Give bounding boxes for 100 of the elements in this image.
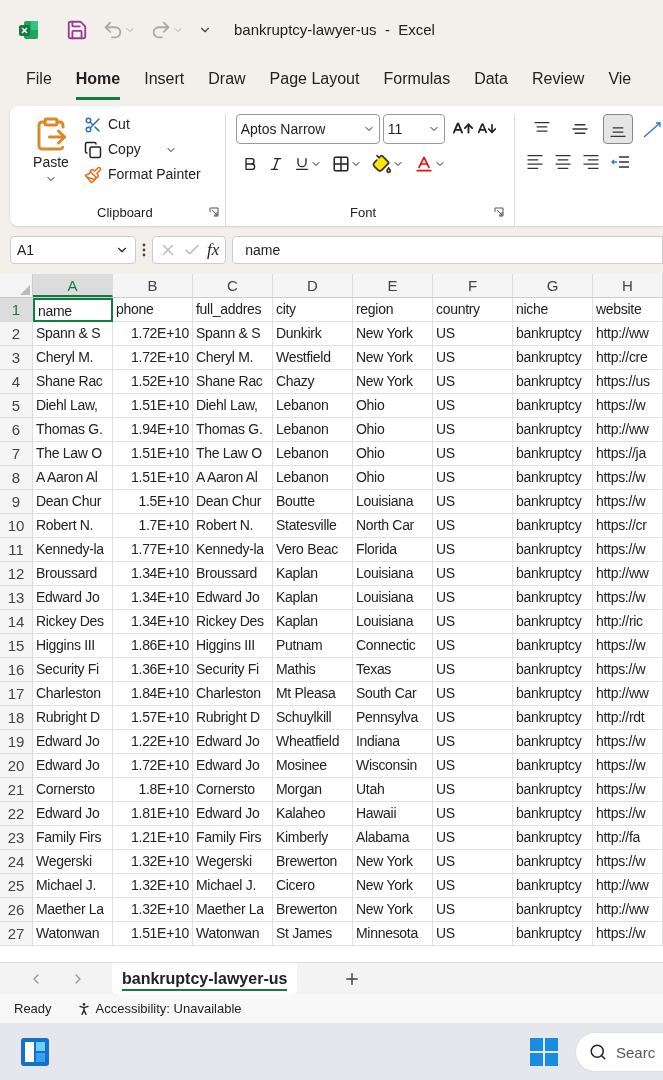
table-cell[interactable]: Mosinee	[273, 754, 353, 778]
table-cell[interactable]: name	[33, 298, 113, 322]
table-cell[interactable]: Family Firs	[193, 826, 273, 850]
table-cell[interactable]: full_addres	[193, 298, 273, 322]
table-cell[interactable]: Broussard	[33, 562, 113, 586]
underline-icon[interactable]	[293, 156, 310, 172]
table-cell[interactable]: 1.34E+10	[113, 562, 193, 586]
menu-tab[interactable]: Page Layout	[269, 67, 360, 100]
table-cell[interactable]: bankruptcy	[513, 442, 593, 466]
table-cell[interactable]: country	[433, 298, 513, 322]
table-cell[interactable]: bankruptcy	[513, 730, 593, 754]
table-cell[interactable]: bankruptcy	[513, 802, 593, 826]
row-header[interactable]: 16	[0, 658, 33, 682]
table-cell[interactable]: https://w	[593, 490, 663, 514]
row-header[interactable]: 20	[0, 754, 33, 778]
table-cell[interactable]: A Aaron Al	[33, 466, 113, 490]
table-cell[interactable]: bankruptcy	[513, 514, 593, 538]
table-cell[interactable]: US	[433, 658, 513, 682]
table-cell[interactable]: Rubright D	[33, 706, 113, 730]
table-cell[interactable]: US	[433, 730, 513, 754]
table-cell[interactable]: Lebanon	[273, 418, 353, 442]
table-cell[interactable]: 1.94E+10	[113, 418, 193, 442]
table-cell[interactable]: bankruptcy	[513, 658, 593, 682]
table-cell[interactable]: bankruptcy	[513, 322, 593, 346]
font-size-dropdown[interactable]: 11	[382, 114, 445, 144]
table-cell[interactable]: The Law O	[193, 442, 273, 466]
table-cell[interactable]: US	[433, 394, 513, 418]
table-cell[interactable]: North Car	[353, 514, 433, 538]
table-cell[interactable]: Cornersto	[193, 778, 273, 802]
table-cell[interactable]: Security Fi	[33, 658, 113, 682]
table-cell[interactable]: https://w	[593, 730, 663, 754]
row-header[interactable]: 22	[0, 802, 33, 826]
table-cell[interactable]: Utah	[353, 778, 433, 802]
row-header[interactable]: 25	[0, 874, 33, 898]
table-cell[interactable]: 1.51E+10	[113, 466, 193, 490]
row-header[interactable]: 6	[0, 418, 33, 442]
sheet-tab[interactable]: bankruptcy-lawyer-us	[112, 962, 298, 995]
table-cell[interactable]: bankruptcy	[513, 682, 593, 706]
more-options-icon[interactable]	[142, 243, 146, 257]
table-cell[interactable]: Wheatfield	[273, 730, 353, 754]
table-cell[interactable]: Rickey Des	[33, 610, 113, 634]
table-cell[interactable]: Higgins III	[193, 634, 273, 658]
table-cell[interactable]: Indiana	[353, 730, 433, 754]
table-cell[interactable]: Diehl Law,	[193, 394, 273, 418]
table-cell[interactable]: Michael J.	[193, 874, 273, 898]
table-cell[interactable]: https://w	[593, 802, 663, 826]
formula-input-field[interactable]: name	[232, 236, 663, 264]
row-header[interactable]: 1	[0, 298, 33, 322]
column-header[interactable]: E	[353, 274, 433, 297]
table-cell[interactable]: US	[433, 826, 513, 850]
table-cell[interactable]: A Aaron Al	[193, 466, 273, 490]
table-cell[interactable]: phone	[113, 298, 193, 322]
table-cell[interactable]: St James	[273, 922, 353, 946]
table-cell[interactable]: Alabama	[353, 826, 433, 850]
table-cell[interactable]: Kennedy-la	[33, 538, 113, 562]
table-cell[interactable]: US	[433, 778, 513, 802]
table-cell[interactable]: US	[433, 418, 513, 442]
table-cell[interactable]: bankruptcy	[513, 490, 593, 514]
table-cell[interactable]: Boutte	[273, 490, 353, 514]
table-cell[interactable]: US	[433, 562, 513, 586]
align-bottom-button[interactable]	[603, 114, 633, 144]
table-cell[interactable]: 1.51E+10	[113, 922, 193, 946]
table-cell[interactable]: Ohio	[353, 466, 433, 490]
menu-tab[interactable]: Data	[474, 67, 508, 100]
table-cell[interactable]: https://w	[593, 658, 663, 682]
table-cell[interactable]: 1.22E+10	[113, 730, 193, 754]
table-cell[interactable]: 1.32E+10	[113, 850, 193, 874]
column-header[interactable]: G	[513, 274, 593, 297]
start-icon[interactable]	[529, 1037, 559, 1067]
table-cell[interactable]: Putnam	[273, 634, 353, 658]
table-cell[interactable]: http://rdt	[593, 706, 663, 730]
table-cell[interactable]: Broussard	[193, 562, 273, 586]
table-cell[interactable]: Ohio	[353, 394, 433, 418]
table-cell[interactable]: US	[433, 586, 513, 610]
table-cell[interactable]: New York	[353, 370, 433, 394]
table-cell[interactable]: Mt Pleasa	[273, 682, 353, 706]
table-cell[interactable]: Vero Beac	[273, 538, 353, 562]
row-header[interactable]: 2	[0, 322, 33, 346]
table-cell[interactable]: https://w	[593, 394, 663, 418]
table-cell[interactable]: Wisconsin	[353, 754, 433, 778]
table-cell[interactable]: Rubright D	[193, 706, 273, 730]
table-cell[interactable]: bankruptcy	[513, 466, 593, 490]
row-header[interactable]: 17	[0, 682, 33, 706]
format-painter-button[interactable]: Format Painter	[84, 164, 201, 185]
table-cell[interactable]: Spann & S	[33, 322, 113, 346]
table-cell[interactable]: Cornersto	[33, 778, 113, 802]
menu-tab[interactable]: Vie	[608, 67, 632, 100]
table-cell[interactable]: Edward Jo	[33, 802, 113, 826]
table-cell[interactable]: Diehl Law,	[33, 394, 113, 418]
table-cell[interactable]: Kimberly	[273, 826, 353, 850]
table-cell[interactable]: bankruptcy	[513, 706, 593, 730]
name-box[interactable]: A1	[10, 236, 136, 264]
table-cell[interactable]: Ohio	[353, 442, 433, 466]
row-header[interactable]: 10	[0, 514, 33, 538]
table-cell[interactable]: Dean Chur	[193, 490, 273, 514]
menu-tab[interactable]: File	[26, 67, 52, 100]
table-cell[interactable]: http://cre	[593, 346, 663, 370]
table-cell[interactable]: Kaplan	[273, 586, 353, 610]
table-cell[interactable]: Wegerski	[33, 850, 113, 874]
row-header[interactable]: 9	[0, 490, 33, 514]
